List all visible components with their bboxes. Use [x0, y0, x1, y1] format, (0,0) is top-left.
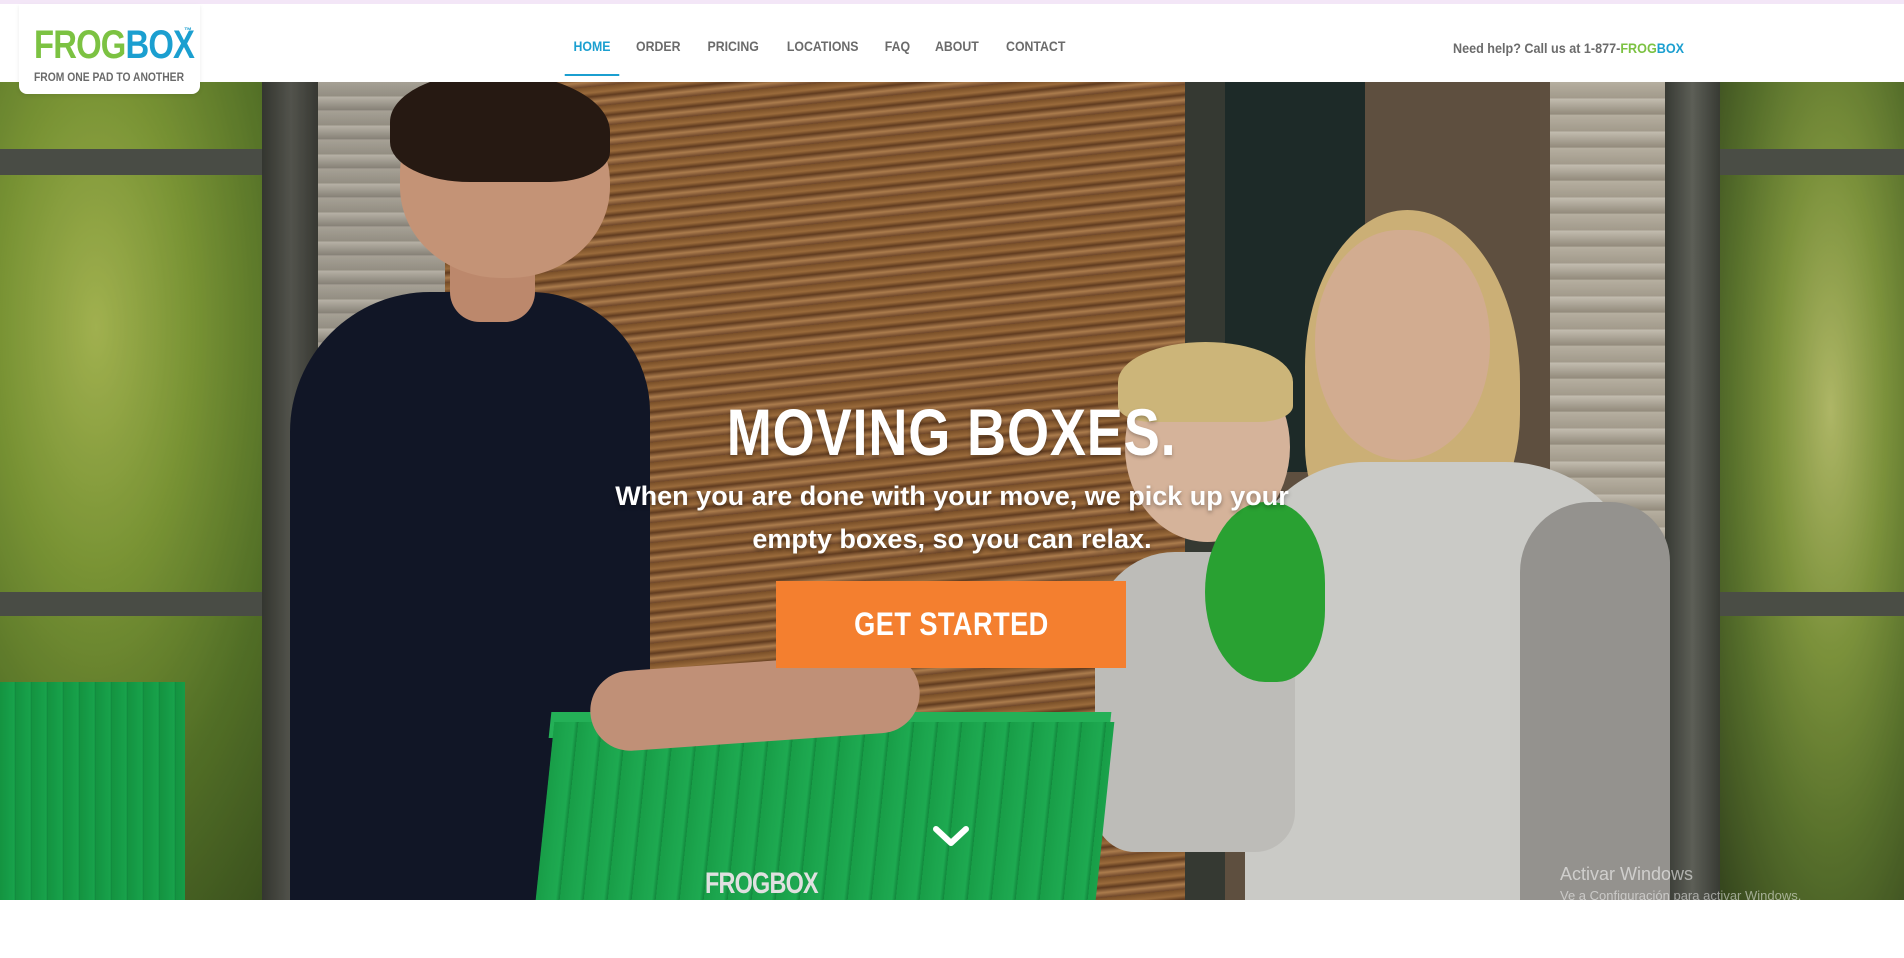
nav-locations-label: LOCATIONS: [786, 38, 859, 54]
help-phone-link[interactable]: Need help? Call us at 1-877-FROGBOX: [1453, 40, 1684, 56]
nav-faq[interactable]: FAQ: [876, 8, 919, 72]
page: HOME ORDER PRICING LOCATIONS FAQ ABOUT C…: [0, 0, 1904, 958]
hero-subtitle: When you are done with your move, we pic…: [615, 481, 1289, 554]
nav-contact-label: CONTACT: [1005, 38, 1066, 54]
windows-activation-title: Activar Windows: [1560, 864, 1694, 884]
main-nav: HOME ORDER PRICING LOCATIONS FAQ ABOUT C…: [561, 8, 1079, 76]
nav-order[interactable]: ORDER: [627, 8, 689, 72]
help-phone-prefix: Need help? Call us at 1-877-: [1453, 40, 1621, 56]
get-started-button[interactable]: GET STARTED: [776, 581, 1126, 668]
nav-order-label: ORDER: [636, 38, 681, 54]
logo-wordmark: FROGBOX: [34, 23, 195, 67]
site-logo[interactable]: FROGBOX ™ FROM ONE PAD TO ANOTHER: [19, 4, 200, 94]
hero-title: MOVING BOXES.: [726, 395, 1177, 469]
nav-locations[interactable]: LOCATIONS: [778, 8, 867, 72]
nav-about-label: ABOUT: [935, 38, 979, 54]
nav-faq-label: FAQ: [885, 38, 911, 54]
help-phone-frog: FROG: [1620, 40, 1657, 56]
hero-content: MOVING BOXES. When you are done with you…: [0, 82, 1904, 900]
logo-frog-text: FROG: [34, 23, 126, 67]
help-phone-box: BOX: [1656, 40, 1685, 56]
logo-trademark: ™: [184, 26, 192, 35]
windows-activation-subtitle: Ve a Configuración para activar Windows.: [1560, 888, 1802, 900]
nav-home[interactable]: HOME: [564, 8, 620, 76]
active-nav-underline: [564, 74, 620, 76]
nav-contact[interactable]: CONTACT: [997, 8, 1074, 72]
logo-tagline: FROM ONE PAD TO ANOTHER: [34, 70, 185, 84]
nav-pricing[interactable]: PRICING: [698, 8, 767, 72]
nav-about[interactable]: ABOUT: [926, 8, 987, 72]
get-started-label: GET STARTED: [853, 606, 1049, 642]
nav-home-label: HOME: [573, 38, 611, 54]
site-header: HOME ORDER PRICING LOCATIONS FAQ ABOUT C…: [0, 4, 1904, 82]
nav-pricing-label: PRICING: [707, 38, 759, 54]
hero-section: FROGBOX MOVING BOXES. When you are done …: [0, 82, 1904, 900]
chevron-down-icon[interactable]: [931, 823, 971, 851]
